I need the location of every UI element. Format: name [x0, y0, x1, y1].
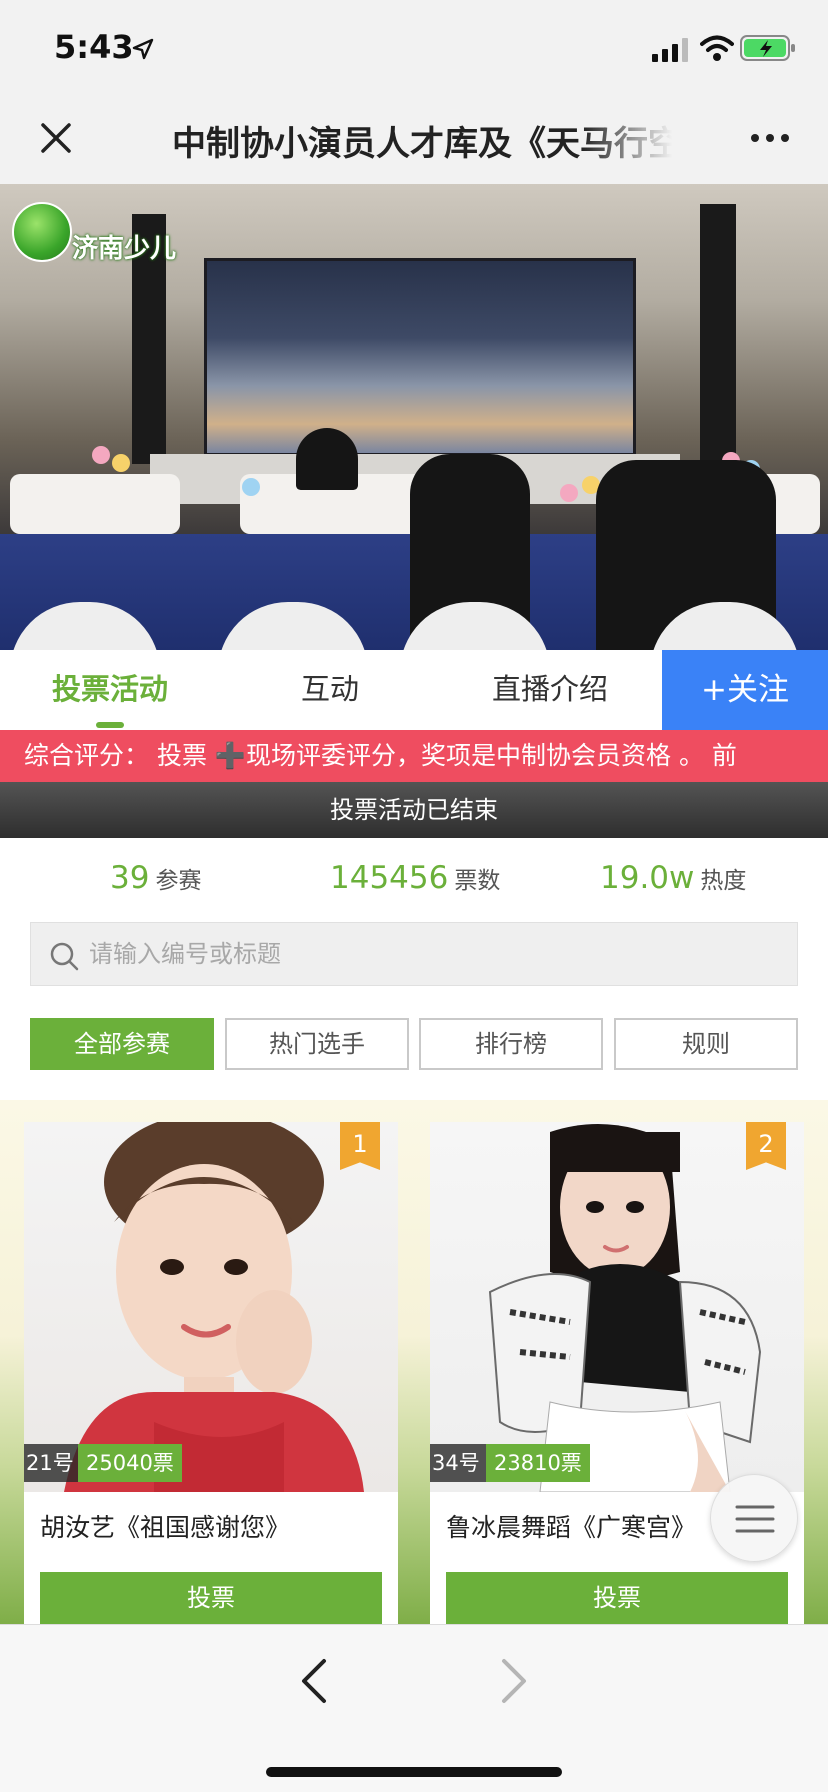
stat-votes: 145456 票数 — [330, 860, 500, 904]
vote-button[interactable]: 投票 — [40, 1572, 382, 1624]
stat-value: 19.0w — [600, 860, 695, 896]
contestant-photo[interactable]: 1 21号 25040票 — [24, 1122, 398, 1492]
contestant-votes: 23810票 — [486, 1444, 590, 1482]
stat-value: 145456 — [330, 860, 449, 896]
battery-charging-icon — [740, 35, 795, 61]
contestant-portrait — [488, 1124, 762, 1492]
stat-popularity: 19.0w 热度 — [600, 860, 746, 904]
hero-photo: 济南少儿 — [0, 184, 828, 650]
logo-text: 济南少儿 — [72, 234, 177, 264]
contestant-card[interactable]: 1 21号 25040票 胡汝艺《祖国感谢您》 投票 — [24, 1122, 398, 1624]
cellular-signal-icon — [652, 38, 688, 62]
stat-label: 票数 — [454, 868, 501, 894]
contestant-title[interactable]: 鲁冰晨舞蹈《广寒宫》 — [446, 1508, 696, 1544]
vote-button[interactable]: 投票 — [446, 1572, 788, 1624]
contestant-portrait — [64, 1122, 364, 1492]
close-icon[interactable] — [38, 120, 74, 156]
filter-leaderboard[interactable]: 排行榜 — [419, 1018, 603, 1070]
page-title: 中制协小演员人才库及《天马行空》 — [172, 124, 672, 160]
stat-participants: 39 参赛 — [110, 860, 201, 904]
contestant-title[interactable]: 胡汝艺《祖国感谢您》 — [40, 1508, 290, 1544]
scoring-notice-marquee: 综合评分： 投票 ➕现场评委评分，奖项是中制协会员资格 。 前 — [0, 730, 828, 782]
tab-interaction[interactable]: 互动 — [250, 650, 410, 730]
search-box — [30, 922, 798, 986]
nav-bar: 中制协小演员人才库及《天马行空》 — [0, 96, 828, 184]
balloon — [242, 478, 260, 496]
search-input[interactable] — [89, 923, 779, 985]
stage-screen — [204, 258, 636, 456]
status-bar: 5:43 — [0, 0, 828, 96]
stat-value: 39 — [110, 860, 150, 896]
balloon — [112, 454, 130, 472]
sofa — [10, 474, 180, 534]
filter-all-entries[interactable]: 全部参赛 — [30, 1018, 214, 1070]
stats-section: 39参赛 145456票数 19.0w热度 全部参赛 热门选手 排行榜 规则 — [0, 838, 828, 1100]
wifi-icon — [700, 35, 734, 61]
menu-icon — [735, 1505, 775, 1533]
contestant-number: 21号 — [24, 1444, 84, 1482]
stat-label: 参赛 — [155, 868, 202, 894]
balloon — [560, 484, 578, 502]
forward-arrow-icon[interactable] — [496, 1655, 532, 1707]
contestant-list: 1 21号 25040票 胡汝艺《祖国感谢您》 投票 2 34号 23810票 … — [0, 1100, 828, 1624]
tab-bar: 投票活动 互动 直播介绍 +关注 — [0, 650, 828, 730]
home-indicator — [266, 1767, 562, 1777]
stat-label: 热度 — [700, 868, 747, 894]
audience-member — [296, 428, 358, 490]
active-tab-indicator — [96, 722, 124, 728]
floating-menu-button[interactable] — [710, 1474, 798, 1562]
back-arrow-icon[interactable] — [296, 1655, 332, 1707]
hero-pillar — [700, 204, 736, 474]
contestant-number: 34号 — [430, 1444, 490, 1482]
follow-button[interactable]: +关注 — [662, 650, 828, 730]
filter-rules[interactable]: 规则 — [614, 1018, 798, 1070]
more-options-icon[interactable] — [750, 132, 790, 144]
location-arrow-icon — [132, 38, 154, 60]
filter-hot-contestants[interactable]: 热门选手 — [225, 1018, 409, 1070]
voting-ended-banner: 投票活动已结束 — [0, 782, 828, 838]
status-time: 5:43 — [54, 28, 134, 66]
balloon — [92, 446, 110, 464]
search-icon — [50, 942, 79, 971]
tab-vote-activity[interactable]: 投票活动 — [30, 650, 190, 730]
logo-icon — [12, 202, 72, 262]
contestant-photo[interactable]: 2 34号 23810票 — [430, 1122, 804, 1492]
contestant-votes: 25040票 — [78, 1444, 182, 1482]
browser-toolbar — [0, 1624, 828, 1792]
tab-live-intro[interactable]: 直播介绍 — [470, 650, 630, 730]
